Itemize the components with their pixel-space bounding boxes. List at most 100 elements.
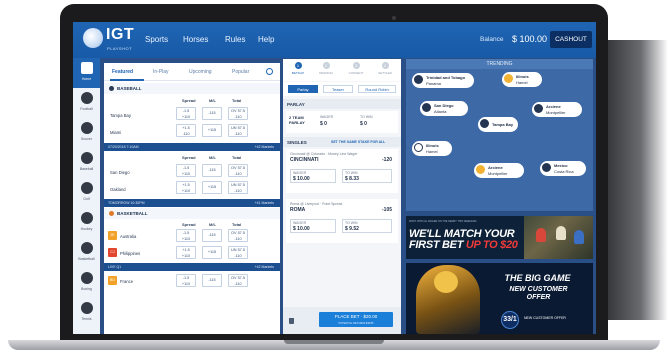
nav-horses[interactable]: Horses	[183, 35, 208, 44]
odds-total[interactable]: UN 57.5 -110	[228, 246, 248, 259]
team-name: Tampa Bay	[110, 113, 131, 118]
same-stake-link[interactable]: SET THE SAME STAKE FOR ALL	[331, 140, 385, 144]
top-nav: IGT PLAYSHOT Sports Horses Rules Help Ba…	[73, 22, 596, 58]
events-panel: Featured In-Play Upcoming Popular BASEBA…	[104, 63, 280, 334]
step-betslip[interactable]: 1 BETSLIP	[285, 62, 311, 75]
odds-moneyline[interactable]: +115	[202, 124, 222, 137]
trending-bubble[interactable]: Arciene Montpellier	[474, 163, 524, 178]
sports-sidebar: Home Football Soccer Baseball Golf Hocke…	[73, 58, 100, 334]
odds-total[interactable]: UN 57.5 -110	[228, 181, 248, 194]
brand-logo[interactable]: IGT	[106, 26, 134, 44]
odds-moneyline[interactable]: -115	[202, 229, 222, 242]
team-icon	[542, 163, 551, 172]
tab-round-robin[interactable]: Round Robin	[358, 85, 396, 93]
markets-bar[interactable]: TOMORROW 10:30PM +41 Markets	[104, 199, 280, 207]
odds-moneyline[interactable]: -115	[202, 274, 222, 287]
betslip-footer: PLACE BET · $20.00 POTENTIAL RETURNS $38…	[283, 307, 401, 334]
odds-moneyline[interactable]: +115	[202, 181, 222, 194]
odds-total[interactable]: OV 57.5 -110	[228, 107, 248, 120]
odds-spread[interactable]: -1.5 +110	[176, 229, 196, 242]
balance-label: Balance	[480, 36, 504, 43]
tab-parlay[interactable]: Parlay	[288, 85, 318, 93]
odds-moneyline[interactable]: +115	[202, 246, 222, 259]
events-tabs: Featured In-Play Upcoming Popular	[104, 63, 280, 81]
odds-moneyline[interactable]: -115	[202, 107, 222, 120]
markets-bar[interactable]: 07/20/2018 7:10AM +42 Markets	[104, 143, 280, 151]
soccer-ball-icon	[80, 122, 93, 134]
bet-odds: -105	[382, 207, 393, 213]
trending-bubble[interactable]: Mexico Costa Rica	[540, 161, 586, 176]
bet-type-tabs: Parlay Teaser Round Robin	[283, 82, 401, 96]
odds-spread[interactable]: +1.5 +110	[176, 246, 196, 259]
trending-bubble[interactable]: Illinois Hamel	[502, 72, 542, 87]
promo-banner-big-game[interactable]: THE BIG GAME NEW CUSTOMER OFFER 33/1 NEW …	[406, 263, 593, 334]
odds-moneyline[interactable]: -115	[202, 164, 222, 177]
trending-bubble[interactable]: Tampa Bay	[478, 117, 518, 132]
horse-racing-image	[524, 216, 593, 259]
odds-total[interactable]: OV 57.5 -110	[228, 229, 248, 242]
step-pending[interactable]: 2 PENDING	[313, 62, 339, 75]
sidebar-item-boxing[interactable]: Boxing	[73, 268, 100, 298]
odds-spread[interactable]: +1.5 +110	[176, 181, 196, 194]
promo-fineprint: NEW CUSTOMER OFFER	[524, 316, 566, 320]
hockey-icon	[80, 212, 93, 224]
odds-spread[interactable]: +1.5 -110	[176, 124, 196, 137]
wager-label: WAGER	[320, 115, 334, 119]
to-win-label: TO WIN	[345, 171, 358, 175]
tab-teaser[interactable]: Teaser	[323, 85, 353, 93]
sidebar-item-soccer[interactable]: Soccer	[73, 118, 100, 148]
search-icon[interactable]	[266, 68, 273, 75]
odds-badge: 33/1	[501, 311, 519, 329]
globe-logo-icon	[83, 28, 103, 48]
odds-spread[interactable]: -1.5 +110	[176, 107, 196, 120]
sidebar-item-home[interactable]: Home	[73, 58, 100, 88]
nav-rules[interactable]: Rules	[225, 35, 245, 44]
parlay-wager[interactable]: $ 0	[320, 121, 327, 127]
odds-spread[interactable]: -1.5 +110	[176, 274, 196, 287]
team-icon	[414, 143, 423, 152]
step-settled[interactable]: 4 SETTLED	[372, 62, 398, 75]
odds-total[interactable]: UN 57.5 -110	[228, 124, 248, 137]
sidebar-item-football[interactable]: Football	[73, 88, 100, 118]
sidebar-item-golf[interactable]: Golf	[73, 178, 100, 208]
tab-popular[interactable]: Popular	[232, 69, 249, 75]
promo-title: THE BIG GAME	[504, 273, 571, 283]
col-spread: Spread	[182, 155, 196, 160]
trash-icon[interactable]	[289, 318, 294, 324]
jockey-shape	[574, 230, 584, 244]
tab-upcoming[interactable]: Upcoming	[189, 69, 212, 75]
tab-in-play[interactable]: In-Play	[153, 69, 169, 75]
odds-spread[interactable]: -1.5 +110	[176, 164, 196, 177]
tab-featured[interactable]: Featured	[112, 69, 133, 75]
odds-total[interactable]: OV 57.5 -110	[228, 274, 248, 287]
basketball-icon	[80, 242, 93, 254]
tennis-racket-icon	[80, 302, 93, 314]
trending-bubble[interactable]: Illinois Hamel	[412, 141, 452, 156]
to-win-label: TO WIN	[360, 115, 373, 119]
step-consent[interactable]: 3 CONSENT	[343, 62, 369, 75]
odds-total[interactable]: OV 57.5 -110	[228, 164, 248, 177]
trending-bubble[interactable]: Arciene Montpellier	[532, 102, 582, 117]
sidebar-item-tennis[interactable]: Tennis	[73, 298, 100, 328]
helmet-shape	[434, 271, 458, 293]
team-name: Miami	[110, 130, 122, 135]
sidebar-item-baseball[interactable]: Baseball	[73, 148, 100, 178]
markets-bar[interactable]: LIVE Q1 +42 Markets	[104, 263, 280, 271]
promo-banner-match-bet[interactable]: FIRST VIRTUAL WAGER ON THE DERBY THIS WE…	[406, 216, 593, 259]
trending-bubble[interactable]: Trinidad and Tobago Panama	[412, 73, 474, 88]
sidebar-item-basketball[interactable]: Basketball	[73, 238, 100, 268]
bet-team: CINCINNATI	[290, 157, 319, 163]
promo-offer: NEW CUSTOMER OFFER	[509, 286, 568, 301]
wager-value: $ 10.00	[293, 226, 310, 232]
potential-returns: POTENTIAL RETURNS $38.85	[338, 322, 374, 325]
baseball-header: BASEBALL	[104, 83, 280, 94]
team-icon	[422, 103, 431, 112]
nav-sports[interactable]: Sports	[145, 35, 168, 44]
sidebar-item-hockey[interactable]: Hockey	[73, 208, 100, 238]
cashout-button[interactable]: CASHOUT	[550, 31, 592, 48]
trending-bubble[interactable]: San Diego Atlanta	[420, 101, 468, 116]
team-icon	[534, 104, 543, 113]
nav-help[interactable]: Help	[258, 35, 274, 44]
bet-team: ROMA	[290, 207, 306, 213]
football-icon	[80, 92, 93, 104]
